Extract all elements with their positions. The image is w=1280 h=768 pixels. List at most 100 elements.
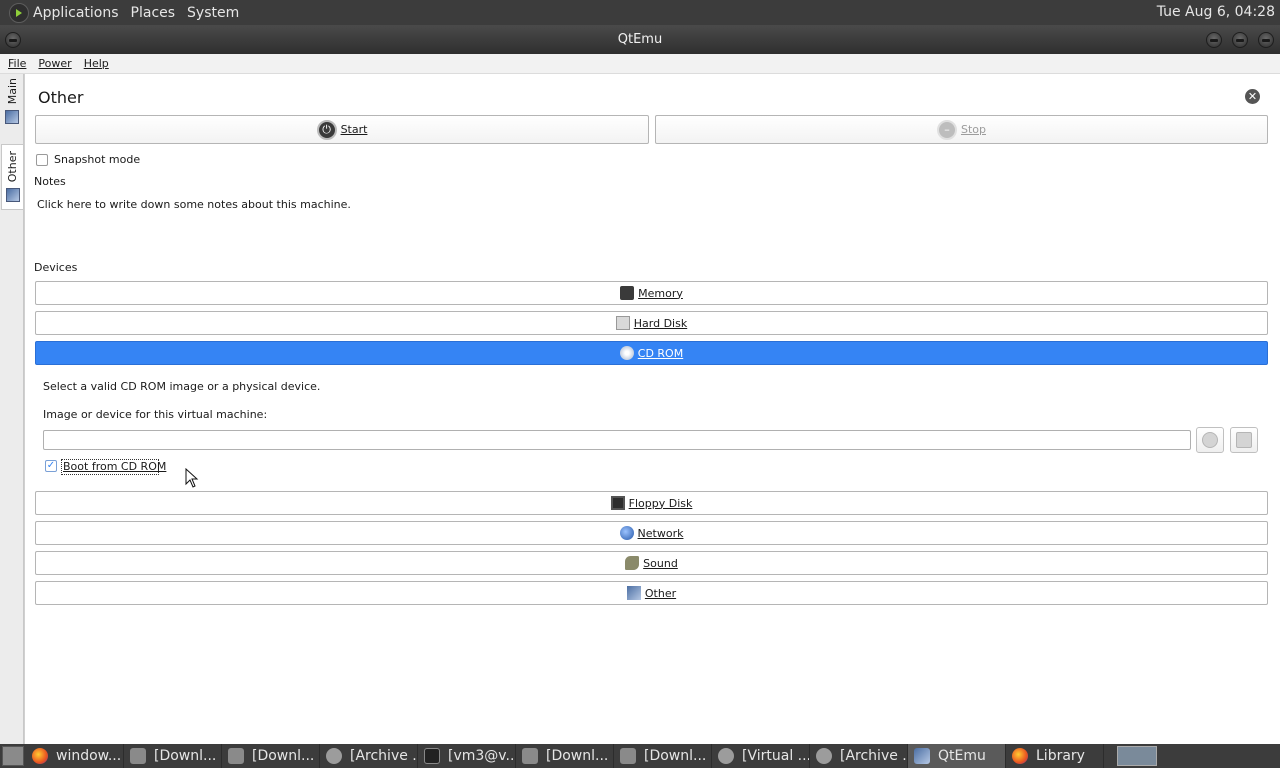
applications-menu[interactable]: Applications [33,5,127,21]
tab-other[interactable]: Other [1,144,23,210]
device-floppy-button[interactable]: Floppy Disk [35,491,1268,515]
stop-icon: – [936,119,957,140]
applications-logo-icon[interactable] [9,2,29,23]
task-label: [Downl... [252,748,315,764]
maximize-button[interactable] [1232,32,1248,48]
clock[interactable]: Tue Aug 6, 04:28 [1157,4,1275,20]
folder-icon [130,748,146,764]
device-other-button[interactable]: Other [35,581,1268,605]
task-item[interactable]: [Downl... [516,744,614,768]
drive-icon [1236,432,1252,448]
device-cdrom-button[interactable]: CD ROM [35,341,1268,365]
task-item[interactable]: [Virtual ... [712,744,810,768]
show-desktop-icon[interactable] [2,746,24,766]
device-sound-label: Sound [643,556,678,570]
task-item[interactable]: [Archive ... [810,744,908,768]
cdrom-description: Select a valid CD ROM image or a physica… [43,380,321,393]
task-label: window... [56,748,122,764]
side-tab-bar: Main Other [0,74,24,744]
stop-label: Stop [960,123,986,136]
minimize-button[interactable] [1206,32,1222,48]
task-label: [Virtual ... [742,748,810,764]
device-cdrom-label: CD ROM [637,346,684,360]
system-menu[interactable]: System [187,5,247,21]
top-panel: Applications Places System Tue Aug 6, 04… [0,0,1280,25]
workspace-switcher[interactable] [1117,746,1157,766]
folder-icon [620,748,636,764]
notes-field[interactable]: Click here to write down some notes abou… [37,198,351,211]
task-item[interactable]: Library [1006,744,1104,768]
image-path-input[interactable] [43,430,1191,450]
archive-icon [816,748,832,764]
device-floppy-label: Floppy Disk [628,496,693,510]
device-hard-disk-button[interactable]: Hard Disk [35,311,1268,335]
monitor-icon [5,188,20,203]
task-label: Library [1036,748,1085,764]
places-menu[interactable]: Places [131,5,184,21]
firefox-icon [32,748,48,764]
stop-button[interactable]: – Stop [655,115,1268,144]
floppy-icon [610,496,625,510]
cd-icon [619,346,634,360]
task-item[interactable]: [Downl... [124,744,222,768]
qtemu-icon [914,748,930,764]
boot-cdrom-label[interactable]: Boot from CD ROM [63,460,166,473]
terminal-icon [424,748,440,764]
tab-main[interactable]: Main [1,78,23,144]
snapshot-checkbox[interactable] [36,154,48,166]
machine-title: Other [38,88,84,107]
menu-help[interactable]: Help [84,57,109,70]
start-label: Start [340,123,368,136]
menu-file[interactable]: File [8,57,26,70]
cd-icon [1202,432,1218,448]
device-hard-disk-label: Hard Disk [633,316,688,330]
window-title: QtEmu [617,32,663,47]
taskbar: window... [Downl... [Downl... [Archive .… [0,744,1280,768]
task-item[interactable]: [vm3@v... [418,744,516,768]
snapshot-label[interactable]: Snapshot mode [54,153,140,166]
task-label: [Archive ... [840,748,907,764]
device-network-button[interactable]: Network [35,521,1268,545]
task-item[interactable]: [Downl... [614,744,712,768]
window-menu-button[interactable] [5,32,21,48]
network-icon [619,526,634,540]
device-memory-button[interactable]: Memory [35,281,1268,305]
device-network-label: Network [637,526,684,540]
device-memory-label: Memory [638,286,683,300]
start-button[interactable]: ⏻ Start [35,115,649,144]
task-item[interactable]: window... [26,744,124,768]
image-label: Image or device for this virtual machine… [43,408,268,421]
task-label: QtEmu [938,748,986,764]
folder-icon [522,748,538,764]
task-label: [Downl... [546,748,609,764]
task-item[interactable]: [Downl... [222,744,320,768]
power-icon: ⏻ [316,119,337,140]
browse-image-button[interactable] [1196,427,1224,453]
task-label: [Downl... [644,748,707,764]
machine-panel: Other ✕ ⏻ Start – Stop Snapshot mode Not… [24,74,1280,744]
virtualbox-icon [718,748,734,764]
firefox-icon [1012,748,1028,764]
hard-disk-icon [615,316,630,330]
memory-icon [620,286,635,300]
mouse-cursor-icon [185,468,199,488]
monitor-icon [626,586,641,600]
devices-header: Devices [34,261,78,274]
sound-icon [625,556,640,570]
close-tab-icon[interactable]: ✕ [1245,89,1260,104]
boot-cdrom-checkbox[interactable]: ✓ [45,460,57,472]
monitor-icon [5,110,19,125]
task-label: [Downl... [154,748,217,764]
task-label: [vm3@v... [448,748,516,764]
task-item[interactable]: [Archive ... [320,744,418,768]
task-item-active[interactable]: QtEmu [908,744,1006,768]
tab-main-label: Main [5,78,19,105]
device-sound-button[interactable]: Sound [35,551,1268,575]
close-window-button[interactable] [1258,32,1274,48]
folder-icon [228,748,244,764]
tab-other-label: Other [6,151,19,183]
device-other-label: Other [644,586,677,600]
menu-power[interactable]: Power [38,57,71,70]
browse-device-button[interactable] [1230,427,1258,453]
task-label: [Archive ... [350,748,417,764]
